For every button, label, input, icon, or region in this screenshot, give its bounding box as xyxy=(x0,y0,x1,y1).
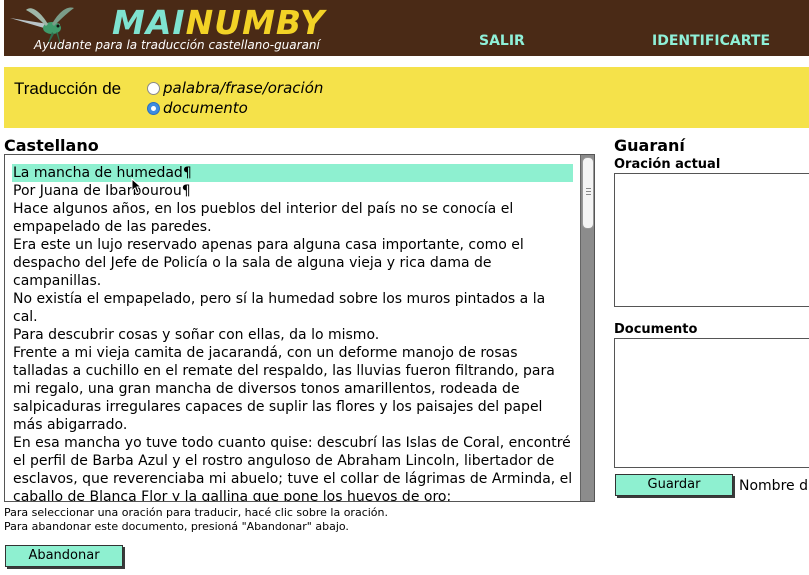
sentence-4[interactable]: No existía el empapelado, pero sí la hum… xyxy=(13,290,573,326)
sentence-3[interactable]: Era este un lujo reservado apenas para a… xyxy=(13,236,573,290)
sentence-2[interactable]: Hace algunos años, en los pueblos del in… xyxy=(13,200,573,236)
translation-mode-bar: Traducción de palabra/frase/oración docu… xyxy=(4,67,809,128)
sentence-5[interactable]: Para descubrir cosas y soñar con ellas, … xyxy=(13,326,573,344)
scrollbar-thumb[interactable] xyxy=(582,157,594,229)
app-tagline: Ayudante para la traducción castellano-g… xyxy=(34,38,320,52)
mode-option-documento[interactable]: documento xyxy=(147,99,248,117)
sentence-1[interactable]: Por Juana de Ibarbourou¶ xyxy=(13,182,573,200)
select-sentence-hint: Para seleccionar una oración para traduc… xyxy=(4,506,388,519)
nav-salir-link[interactable]: SALIR xyxy=(479,33,525,49)
translation-mode-label: Traducción de xyxy=(14,79,122,98)
castellano-text: La mancha de humedad¶ Por Juana de Ibarb… xyxy=(12,164,573,501)
nav-identificarte-link[interactable]: IDENTIFICARTE xyxy=(652,33,770,49)
app-header: MAINUMBY Ayudante para la traducción cas… xyxy=(4,0,809,56)
guarani-title: Guaraní xyxy=(614,136,685,155)
documento-field[interactable] xyxy=(614,338,809,468)
guardar-button[interactable]: Guardar xyxy=(615,474,733,496)
abandon-hint: Para abandonar este documento, presioná … xyxy=(4,520,349,533)
castellano-document-box[interactable]: La mancha de humedad¶ Por Juana de Ibarb… xyxy=(4,154,595,502)
document-scrollbar[interactable] xyxy=(580,155,594,501)
sentence-6[interactable]: Frente a mi vieja camita de jacarandá, c… xyxy=(13,344,573,434)
abandonar-button[interactable]: Abandonar xyxy=(5,545,123,567)
mode-option-frase[interactable]: palabra/frase/oración xyxy=(147,79,323,97)
app-brand: MAINUMBY xyxy=(112,3,326,42)
radio-documento[interactable] xyxy=(147,101,160,115)
mode-option-documento-label: documento xyxy=(163,99,248,117)
radio-frase[interactable] xyxy=(147,81,160,95)
oracion-actual-field[interactable] xyxy=(614,173,809,307)
mode-option-frase-label: palabra/frase/oración xyxy=(163,79,324,97)
oracion-actual-label: Oración actual xyxy=(614,157,721,172)
sentence-0[interactable]: La mancha de humedad¶ xyxy=(12,164,573,182)
documento-label: Documento xyxy=(614,322,698,337)
mouse-pointer-icon xyxy=(131,178,143,194)
nombre-label: Nombre d xyxy=(739,478,808,494)
sentence-7[interactable]: En esa mancha yo tuve todo cuanto quise:… xyxy=(13,434,573,501)
castellano-title: Castellano xyxy=(4,136,99,155)
